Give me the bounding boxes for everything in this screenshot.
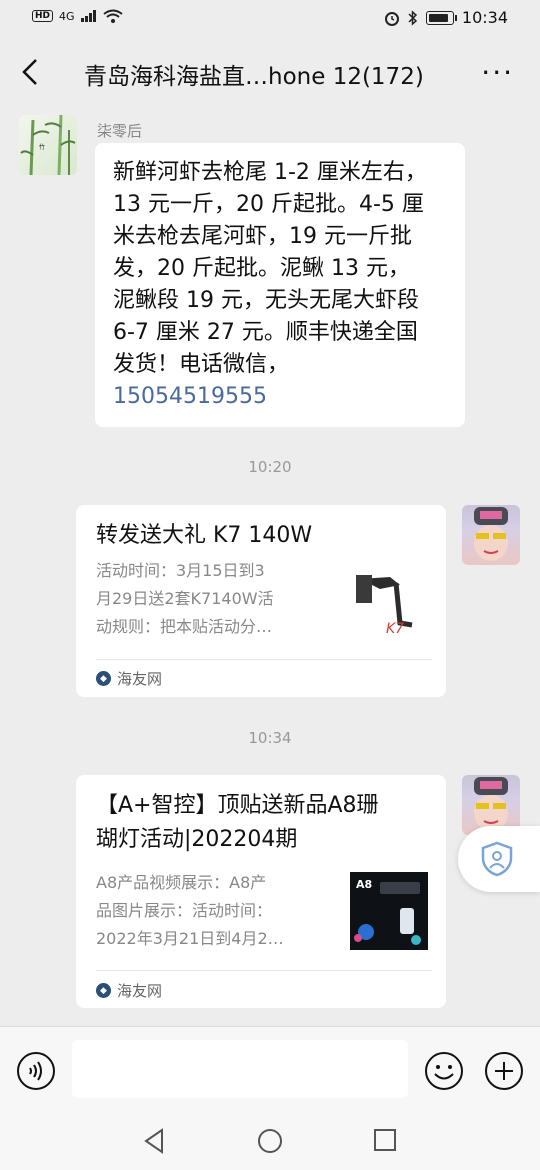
status-right: 10:34: [384, 8, 508, 27]
battery-icon: [425, 10, 457, 25]
card-desc-line: 月29日送2套K7140W活: [96, 589, 274, 608]
card-title-line: 瑚灯活动|202204期: [96, 827, 298, 852]
wifi-icon: [102, 9, 123, 23]
message-bubble[interactable]: 新鲜河虾去枪尾 1-2 厘米左右， 13 元一斤，20 斤起批。4-5 厘 米去…: [95, 143, 465, 427]
status-time: 10:34: [461, 8, 508, 27]
avatar-sender-1[interactable]: 竹: [19, 115, 77, 175]
nav-back-icon[interactable]: [142, 1128, 166, 1154]
message-line: 6-7 厘米 27 元。顺丰快递全国: [113, 320, 418, 345]
card-desc-line: 2022年3月21日到4月2…: [96, 929, 284, 948]
card-description: 活动时间：3月15日到3 月29日送2套K7140W活 动规则：把本贴活动分…: [96, 557, 328, 641]
sender-name: 柒零后: [97, 122, 143, 140]
card-desc-line: A8产品视频展示：A8产: [96, 873, 267, 892]
card-title-line: 【A+智控】顶贴送新品A8珊: [96, 793, 379, 818]
status-bar: HD 4G 10:34: [0, 0, 540, 38]
message-line: 泥鳅段 19 元，无头无尾大虾段: [113, 288, 419, 313]
battery-fill: [428, 13, 448, 22]
card-source: ◆ 海友网: [96, 980, 162, 1001]
avatar-self[interactable]: [462, 505, 520, 565]
plus-icon: [485, 1052, 523, 1090]
card-divider: [96, 970, 432, 971]
more-button[interactable]: ···: [481, 56, 514, 89]
message-line: 13 元一斤，20 斤起批。4-5 厘: [113, 192, 424, 217]
thumb-logo-text: A8: [356, 878, 372, 891]
svg-text:竹: 竹: [39, 143, 45, 151]
message-line: 米去枪去尾河虾，19 元一斤批: [113, 224, 412, 249]
signal-icon: [80, 10, 96, 22]
voice-button[interactable]: [16, 1051, 56, 1091]
card-desc-line: 动规则：把本贴活动分…: [96, 617, 273, 636]
chat-title: 青岛海科海盐直…hone 12(172): [84, 64, 424, 90]
bamboo-avatar-icon: 竹: [20, 115, 76, 175]
back-button[interactable]: [14, 52, 46, 92]
cap-avatar-icon: [474, 507, 508, 561]
lamp-thumbnail-icon: K7: [350, 567, 428, 645]
card-divider: [96, 659, 432, 660]
nav-recents-icon[interactable]: [373, 1128, 397, 1152]
hd-badge: HD: [32, 10, 54, 22]
chat-header: 青岛海科海盐直…hone 12(172) ···: [0, 42, 540, 104]
source-logo-icon: ◆: [96, 983, 111, 998]
plus-button[interactable]: [484, 1051, 524, 1091]
shield-icon: [481, 841, 513, 877]
card-desc-line: 品图片展示：活动时间：: [96, 901, 273, 920]
emoji-icon: [425, 1052, 463, 1090]
a8-thumbnail-icon: A8: [350, 872, 428, 950]
card-title: 【A+智控】顶贴送新品A8珊 瑚灯活动|202204期: [96, 789, 436, 857]
network-label: 4G: [59, 9, 75, 23]
card-title: 转发送大礼 K7 140W: [96, 523, 313, 548]
card-source-name: 海友网: [117, 982, 163, 1000]
card-thumbnail: A8: [350, 872, 428, 950]
link-card[interactable]: 转发送大礼 K7 140W 活动时间：3月15日到3 月29日送2套K7140W…: [76, 505, 446, 697]
input-bar: [0, 1026, 540, 1112]
phone-link[interactable]: 15054519555: [113, 381, 447, 413]
message-line: 新鲜河虾去枪尾 1-2 厘米左右，: [113, 160, 427, 185]
nav-home-icon[interactable]: [257, 1128, 283, 1154]
thumb-logo-text: K7: [386, 621, 404, 637]
card-source-name: 海友网: [117, 670, 163, 688]
emoji-button[interactable]: [424, 1051, 464, 1091]
card-source: ◆ 海友网: [96, 668, 162, 689]
timestamp: 10:20: [248, 458, 292, 476]
message-line: 发，20 斤起批。泥鳅 13 元，: [113, 256, 410, 281]
system-nav-bar: [0, 1112, 540, 1170]
card-description: A8产品视频展示：A8产 品图片展示：活动时间： 2022年3月21日到4月2…: [96, 869, 328, 953]
link-card[interactable]: 【A+智控】顶贴送新品A8珊 瑚灯活动|202204期 A8产品视频展示：A8产…: [76, 775, 446, 1008]
chevron-left-icon: [22, 59, 37, 85]
card-desc-line: 活动时间：3月15日到3: [96, 561, 265, 580]
timestamp: 10:34: [248, 729, 292, 747]
alarm-icon: [384, 11, 399, 26]
floating-shield-button[interactable]: [458, 826, 540, 892]
bluetooth-icon: [408, 9, 417, 26]
message-input[interactable]: [72, 1040, 408, 1098]
source-logo-icon: ◆: [96, 671, 111, 686]
status-left: HD 4G: [32, 9, 123, 23]
message-line: 发货！电话微信，: [113, 352, 290, 377]
card-thumbnail: K7: [350, 567, 428, 645]
voice-icon: [17, 1052, 55, 1090]
